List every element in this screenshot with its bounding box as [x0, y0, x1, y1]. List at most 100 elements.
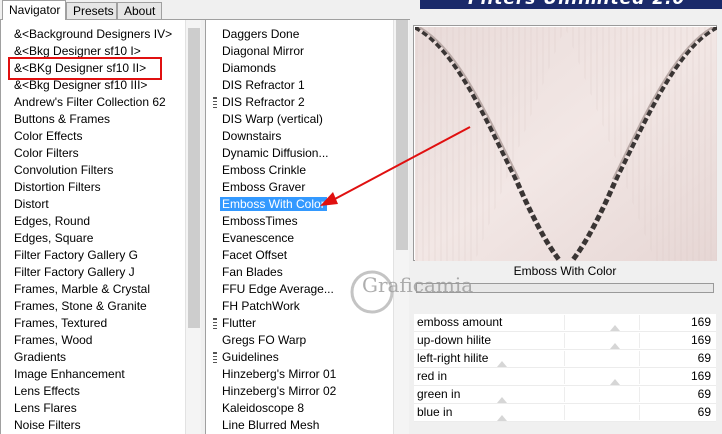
- category-item[interactable]: Filter Factory Gallery G: [1, 247, 184, 264]
- category-list-panel: &<Background Designers IV> &<Bkg Designer…: [0, 20, 201, 434]
- parameter-row[interactable]: green in 69: [414, 386, 716, 404]
- category-item-label: Edges, Round: [14, 214, 91, 228]
- category-item[interactable]: &<BKg Designer sf10 II>: [1, 60, 184, 77]
- category-item-label: Frames, Textured: [14, 316, 108, 330]
- parameter-value: 169: [690, 369, 711, 383]
- filter-item[interactable]: DIS Refractor 2: [206, 94, 392, 111]
- parameter-name: red in: [417, 369, 448, 383]
- selected-filter-title: Emboss With Color: [513, 264, 617, 278]
- filter-item[interactable]: FH PatchWork: [206, 298, 392, 315]
- filter-item[interactable]: Diamonds: [206, 60, 392, 77]
- category-scrollbar-thumb[interactable]: [188, 28, 200, 328]
- category-item-label: Noise Filters: [14, 418, 81, 432]
- category-item-label: Color Effects: [14, 129, 83, 143]
- filter-item[interactable]: Dynamic Diffusion...: [206, 145, 392, 162]
- category-item[interactable]: Noise Filters: [1, 417, 184, 434]
- category-item[interactable]: Andrew's Filter Collection 62: [1, 94, 184, 111]
- category-item[interactable]: Convolution Filters: [1, 162, 184, 179]
- category-item[interactable]: Edges, Round: [1, 213, 184, 230]
- parameter-name: left-right hilite: [417, 351, 489, 365]
- filter-item[interactable]: Gregs FO Warp: [206, 332, 392, 349]
- slider-thumb-icon[interactable]: [497, 415, 508, 421]
- category-item-label: Frames, Marble & Crystal: [14, 282, 151, 296]
- filter-item-label: DIS Refractor 2: [222, 95, 305, 109]
- category-item[interactable]: Frames, Marble & Crystal: [1, 281, 184, 298]
- tab-bar: Navigator Presets About: [0, 0, 410, 20]
- category-item-label: Andrew's Filter Collection 62: [14, 95, 166, 109]
- filter-list[interactable]: Daggers Done Diagonal Mirror Diamonds DIS R…: [206, 26, 392, 434]
- slider-thumb-icon[interactable]: [610, 343, 621, 349]
- parameter-row[interactable]: blue in 69: [414, 404, 716, 422]
- filter-item[interactable]: Guidelines: [206, 349, 392, 366]
- slider-separator: [639, 333, 640, 348]
- grip-handle-icon: [213, 318, 217, 329]
- filter-item[interactable]: Evanescence: [206, 230, 392, 247]
- slider-thumb-icon[interactable]: [610, 379, 621, 385]
- tab-presets[interactable]: Presets: [66, 2, 117, 19]
- category-item[interactable]: &<Background Designers IV>: [1, 26, 184, 43]
- filter-scrollbar[interactable]: [393, 20, 409, 434]
- slider-thumb-icon[interactable]: [610, 325, 621, 331]
- category-item[interactable]: Frames, Stone & Granite: [1, 298, 184, 315]
- filter-item[interactable]: Hinzeberg's Mirror 02: [206, 383, 392, 400]
- filter-item[interactable]: Daggers Done: [206, 26, 392, 43]
- filter-item-label: Guidelines: [222, 350, 279, 364]
- category-item[interactable]: Color Filters: [1, 145, 184, 162]
- parameter-value: 69: [697, 351, 711, 365]
- filter-item[interactable]: Flutter: [206, 315, 392, 332]
- category-item[interactable]: Edges, Square: [1, 230, 184, 247]
- category-item[interactable]: Buttons & Frames: [1, 111, 184, 128]
- tab-navigator[interactable]: Navigator: [2, 0, 66, 20]
- filter-item[interactable]: DIS Refractor 1: [206, 77, 392, 94]
- category-item[interactable]: Filter Factory Gallery J: [1, 264, 184, 281]
- category-item[interactable]: &<Bkg Designer sf10 III>: [1, 77, 184, 94]
- category-item[interactable]: Image Enhancement: [1, 366, 184, 383]
- banner-title: Filters Unlimited 2.0: [468, 0, 685, 9]
- filter-scrollbar-thumb[interactable]: [396, 20, 408, 250]
- parameter-row[interactable]: emboss amount 169: [414, 314, 716, 332]
- filter-item-label: FFU Edge Average...: [222, 282, 334, 296]
- category-item-label: &<Bkg Designer sf10 III>: [14, 78, 148, 92]
- category-scrollbar[interactable]: [185, 20, 201, 434]
- category-item[interactable]: Lens Effects: [1, 383, 184, 400]
- filter-item[interactable]: Diagonal Mirror: [206, 43, 392, 60]
- category-item[interactable]: Distortion Filters: [1, 179, 184, 196]
- filter-item[interactable]: Downstairs: [206, 128, 392, 145]
- slider-separator: [639, 387, 640, 402]
- filter-item[interactable]: Hinzeberg's Mirror 01: [206, 366, 392, 383]
- filter-item-label: Emboss Graver: [222, 180, 306, 194]
- filter-item[interactable]: Fan Blades: [206, 264, 392, 281]
- grip-handle-icon: [213, 97, 217, 108]
- filter-item[interactable]: EmbossTimes: [206, 213, 392, 230]
- category-item[interactable]: Color Effects: [1, 128, 184, 145]
- filter-item[interactable]: FFU Edge Average...: [206, 281, 392, 298]
- category-item-label: Frames, Wood: [14, 333, 93, 347]
- category-item-label: Convolution Filters: [14, 163, 114, 177]
- category-item[interactable]: Distort: [1, 196, 184, 213]
- category-item[interactable]: Gradients: [1, 349, 184, 366]
- filter-item-label: Emboss Crinkle: [222, 163, 307, 177]
- filter-item[interactable]: Emboss With Color: [206, 196, 392, 213]
- parameter-name: up-down hilite: [417, 333, 492, 347]
- filter-item-label: Fan Blades: [222, 265, 283, 279]
- parameter-row[interactable]: up-down hilite 169: [414, 332, 716, 350]
- slider-thumb-icon[interactable]: [497, 397, 508, 403]
- category-item[interactable]: Frames, Wood: [1, 332, 184, 349]
- category-item[interactable]: &<Bkg Designer sf10 I>: [1, 43, 184, 60]
- tab-about[interactable]: About: [117, 2, 162, 19]
- slider-thumb-icon[interactable]: [497, 361, 508, 367]
- filter-item[interactable]: Line Blurred Mesh: [206, 417, 392, 434]
- filter-item[interactable]: Kaleidoscope 8: [206, 400, 392, 417]
- category-item-label: Filter Factory Gallery G: [14, 248, 139, 262]
- filter-item[interactable]: Emboss Crinkle: [206, 162, 392, 179]
- filter-item[interactable]: Emboss Graver: [206, 179, 392, 196]
- parameter-row[interactable]: left-right hilite 69: [414, 350, 716, 368]
- filter-item[interactable]: Facet Offset: [206, 247, 392, 264]
- parameter-row[interactable]: red in 169: [414, 368, 716, 386]
- category-item[interactable]: Lens Flares: [1, 400, 184, 417]
- category-list[interactable]: &<Background Designers IV> &<Bkg Designer…: [1, 26, 184, 434]
- slider-separator: [564, 315, 565, 330]
- category-item[interactable]: Frames, Textured: [1, 315, 184, 332]
- category-item-label: Image Enhancement: [14, 367, 125, 381]
- filter-item[interactable]: DIS Warp (vertical): [206, 111, 392, 128]
